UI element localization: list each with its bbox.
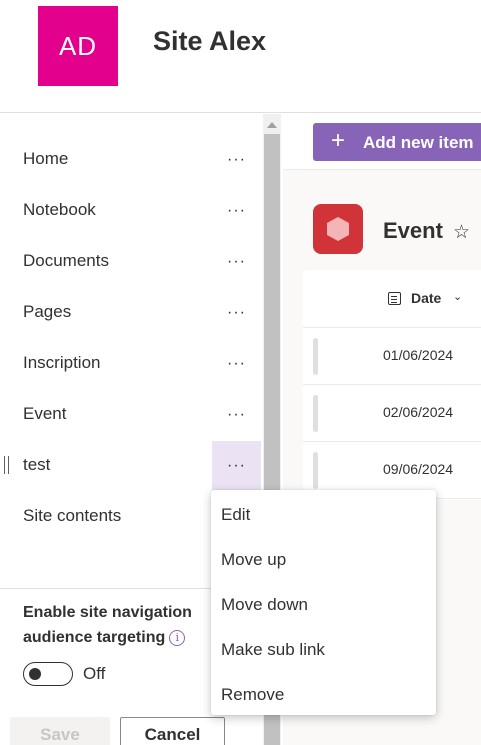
nav-item-label: Event [23,404,67,423]
menu-item-label: Move up [221,550,287,569]
more-options-icon[interactable]: ··· [212,288,261,338]
date-cell: 09/06/2024 [383,461,454,477]
more-options-icon[interactable]: ··· [212,390,261,440]
menu-item-move-up[interactable]: Move up [211,537,436,582]
site-logo[interactable]: AD [38,6,118,86]
audience-targeting-toggle[interactable] [23,662,73,686]
table-row[interactable]: 02/06/2024 [303,385,481,442]
nav-item-label: Site contents [23,506,122,525]
list-icon [313,204,363,254]
menu-item-move-down[interactable]: Move down [211,582,436,627]
menu-item-label: Edit [221,505,251,524]
add-new-item-label: Add new item [363,133,474,152]
date-cell: 01/06/2024 [383,347,454,363]
nav-item-home[interactable]: Home ··· [0,135,262,185]
row-select-handle[interactable] [313,452,318,489]
nav-item-label: Pages [23,302,72,321]
menu-item-remove[interactable]: Remove [211,672,436,717]
nav-item-documents[interactable]: Documents ··· [0,237,262,287]
plus-icon: + [331,127,346,154]
site-header: AD Site Alex [0,0,481,113]
nav-item-label: Home [23,149,69,168]
save-button[interactable]: Save [10,717,110,745]
menu-item-make-sub-link[interactable]: Make sub link [211,627,436,672]
row-select-handle[interactable] [313,338,318,375]
nav-item-label: Notebook [23,200,96,219]
cube-icon [327,217,349,241]
more-options-icon[interactable]: ··· [212,339,261,389]
command-bar: + Add new item [283,114,481,170]
column-header-date[interactable]: Date ⌄ [303,270,481,328]
more-options-icon[interactable]: ··· [212,441,261,491]
nav-item-label: Documents [23,251,109,270]
toggle-knob [29,668,41,680]
nav-item-event[interactable]: Event ··· [0,390,262,440]
favorite-star-icon[interactable]: ☆ [453,221,470,244]
row-select-handle[interactable] [313,395,318,432]
nav-item-context-menu: Edit Move up Move down Make sub link Rem… [211,490,436,715]
nav-item-test[interactable]: test ··· [0,441,262,491]
more-options-icon[interactable]: ··· [212,135,261,185]
menu-item-label: Make sub link [221,640,325,659]
nav-item-label: Inscription [23,353,101,372]
list-table: Date ⌄ 01/06/2024 02/06/2024 09/06/2024 [303,270,481,500]
more-options-icon[interactable]: ··· [212,186,261,236]
toggle-state-label: Off [83,664,106,683]
menu-item-edit[interactable]: Edit [211,492,436,537]
calendar-icon [388,292,401,305]
menu-item-label: Remove [221,685,285,704]
audience-targeting-label: Enable site navigation audience targetin… [23,600,223,650]
more-options-icon[interactable]: ··· [212,237,261,287]
drag-handle-icon[interactable] [4,456,9,474]
nav-item-label: test [23,455,51,474]
table-row[interactable]: 01/06/2024 [303,328,481,385]
column-header-label: Date [411,290,442,306]
date-cell: 02/06/2024 [383,404,454,420]
scroll-up-arrow-icon[interactable] [267,122,277,128]
cancel-button[interactable]: Cancel [120,717,225,745]
chevron-down-icon: ⌄ [453,291,463,303]
nav-item-notebook[interactable]: Notebook ··· [0,186,262,236]
nav-item-inscription[interactable]: Inscription ··· [0,339,262,389]
site-title[interactable]: Site Alex [153,26,266,57]
audience-targeting-text: Enable site navigation audience targetin… [23,604,192,646]
add-new-item-button[interactable]: + Add new item [313,123,481,161]
list-title: Event [383,218,443,243]
menu-item-label: Move down [221,595,308,614]
nav-item-pages[interactable]: Pages ··· [0,288,262,338]
info-icon[interactable]: i [169,629,186,646]
